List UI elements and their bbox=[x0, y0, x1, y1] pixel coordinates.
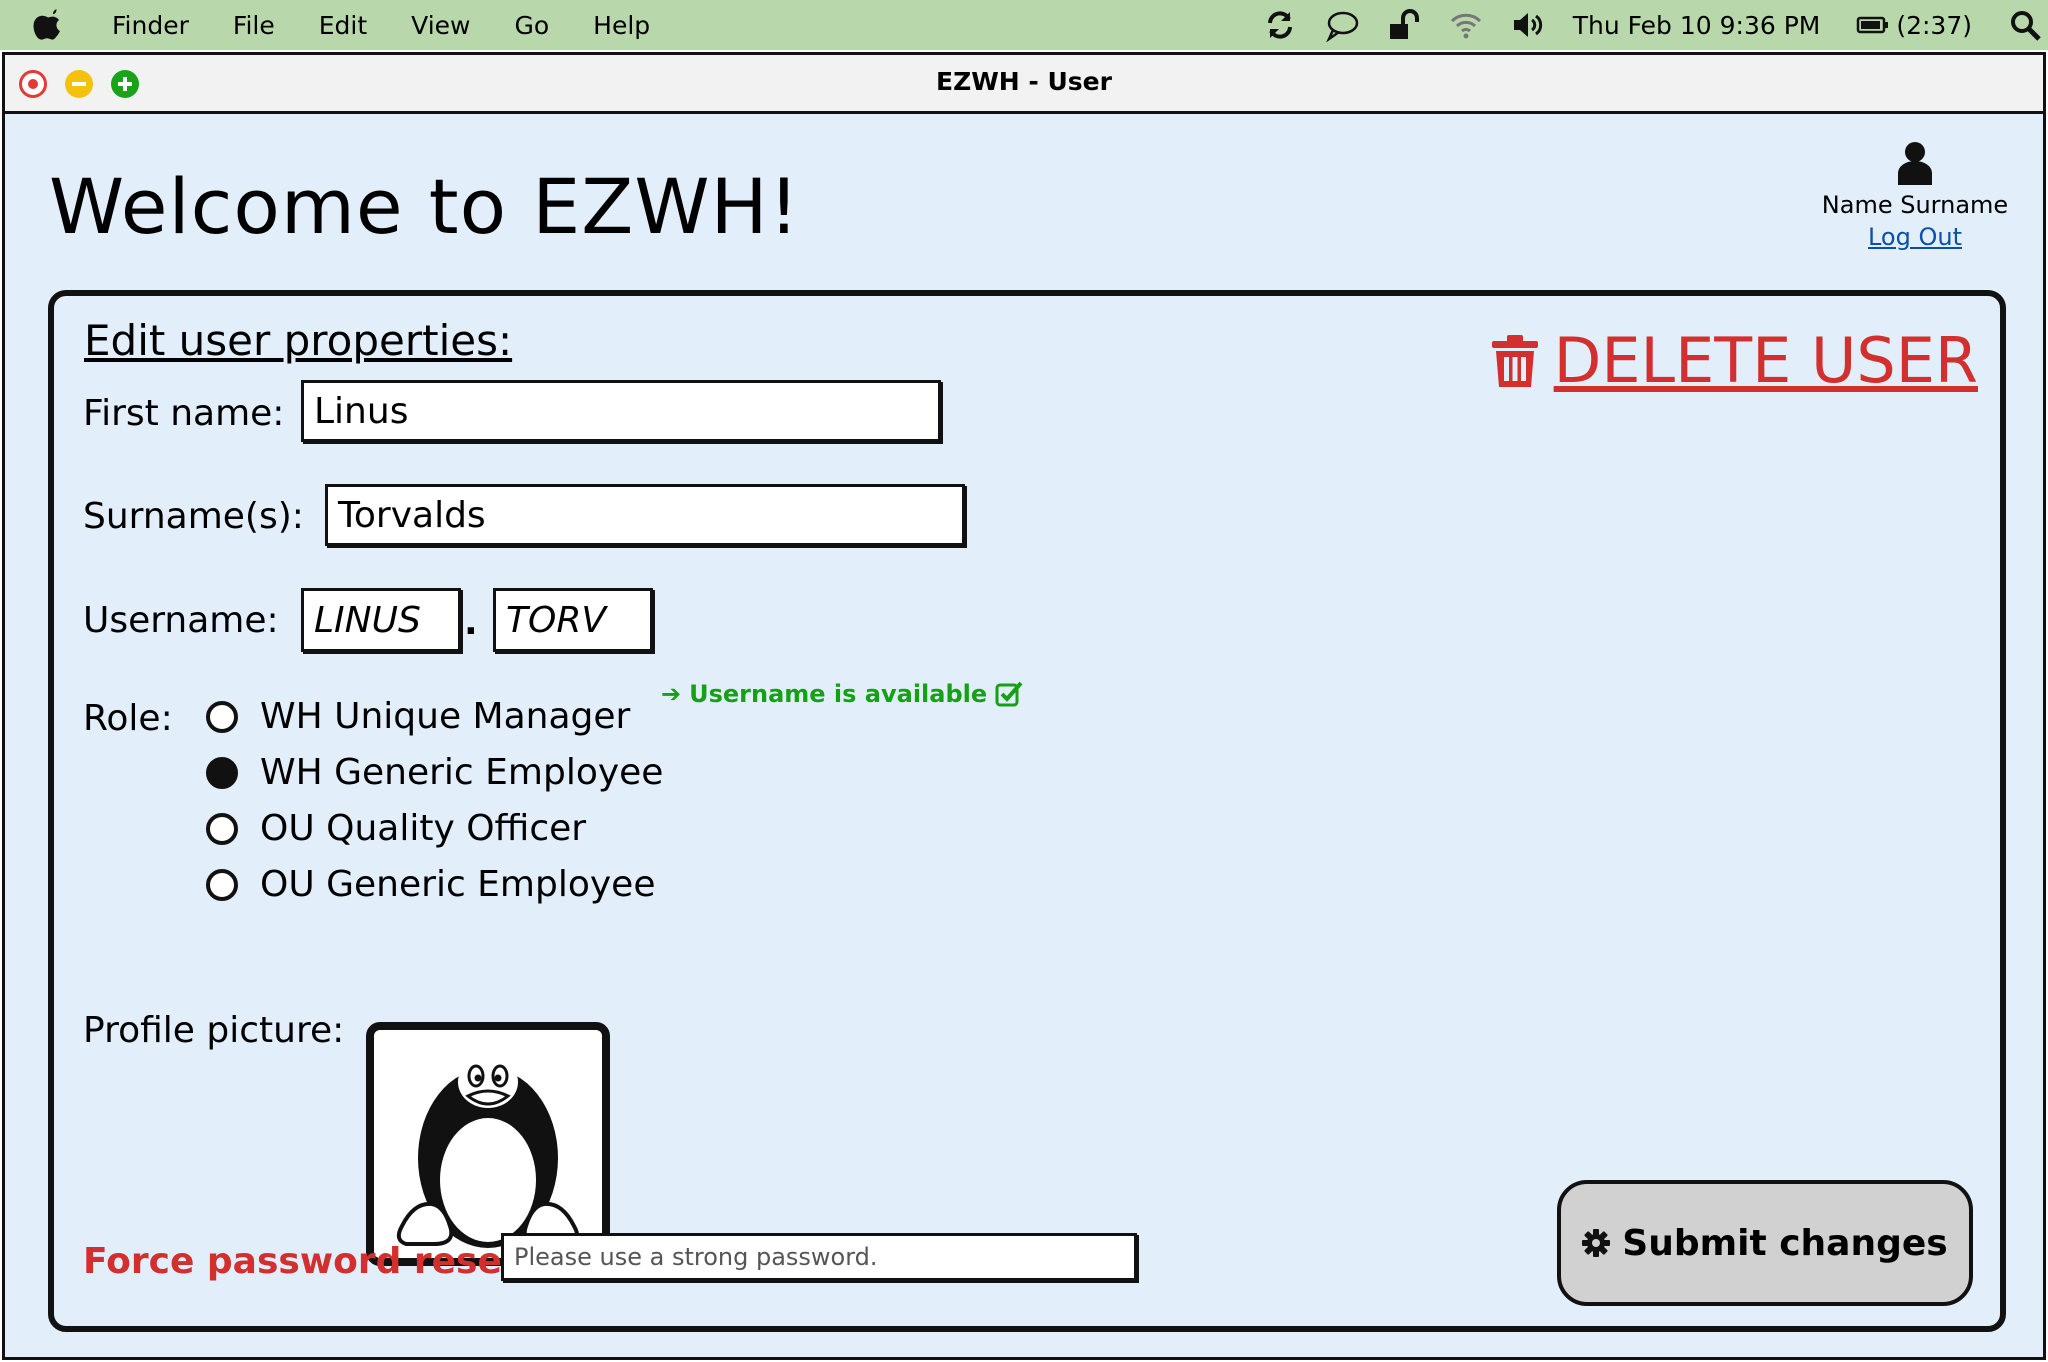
delete-user-button[interactable]: DELETE USER bbox=[1490, 324, 1978, 397]
battery-time: (2:37) bbox=[1896, 10, 1972, 40]
panel-title: Edit user properties: bbox=[84, 316, 513, 365]
submit-changes-button[interactable]: Submit changes bbox=[1557, 1180, 1973, 1306]
menu-file[interactable]: File bbox=[233, 11, 275, 40]
trash-icon bbox=[1491, 334, 1538, 387]
role-option[interactable]: WH Generic Employee bbox=[206, 752, 663, 793]
username-label: Username: bbox=[83, 600, 279, 641]
volume-icon[interactable] bbox=[1511, 8, 1545, 42]
submit-changes-label: Submit changes bbox=[1622, 1222, 1948, 1264]
check-square-icon bbox=[995, 681, 1023, 707]
search-icon[interactable] bbox=[2008, 8, 2042, 42]
app-window: EZWH - User Welcome to EZWH! Name Surnam… bbox=[2, 52, 2046, 1360]
menu-view[interactable]: View bbox=[411, 11, 470, 40]
lock-icon[interactable] bbox=[1387, 8, 1421, 42]
role-option[interactable]: OU Generic Employee bbox=[206, 864, 655, 905]
penguin-icon bbox=[396, 1056, 580, 1248]
force-password-reset-label: Force password reset: bbox=[83, 1241, 534, 1282]
role-option-label: OU Generic Employee bbox=[260, 864, 656, 905]
role-option[interactable]: OU Quality Officer bbox=[206, 808, 586, 849]
menu-help[interactable]: Help bbox=[593, 11, 650, 40]
first-name-label: First name: bbox=[83, 393, 285, 434]
page-title: Welcome to EZWH! bbox=[49, 162, 801, 251]
user-name: Name Surname bbox=[1821, 191, 2009, 219]
clock[interactable]: Thu Feb 10 9:36 PM bbox=[1573, 11, 1821, 40]
role-label: Role: bbox=[83, 698, 173, 739]
radio-button-selected[interactable] bbox=[206, 756, 238, 789]
username-availability: ➔ Username is available bbox=[661, 680, 1023, 708]
role-option-label: OU Quality Officer bbox=[260, 808, 587, 849]
menu-finder[interactable]: Finder bbox=[112, 11, 189, 40]
sync-icon[interactable] bbox=[1263, 8, 1297, 42]
radio-button[interactable] bbox=[206, 868, 238, 901]
edit-user-panel: Edit user properties: DELETE USER First … bbox=[48, 290, 2006, 1332]
username-first-input[interactable]: LINUS bbox=[301, 588, 461, 652]
wifi-icon[interactable] bbox=[1449, 8, 1483, 42]
arrow-right-icon: ➔ bbox=[661, 680, 682, 708]
profile-picture-label: Profile picture: bbox=[83, 1010, 345, 1051]
role-option-label: WH Unique Manager bbox=[260, 696, 631, 737]
username-second-input[interactable]: TORV bbox=[493, 588, 653, 652]
chat-icon[interactable] bbox=[1325, 8, 1359, 42]
role-option[interactable]: WH Unique Manager bbox=[206, 696, 630, 737]
logout-link[interactable]: Log Out bbox=[1868, 223, 1962, 251]
delete-user-label: DELETE USER bbox=[1553, 324, 1978, 397]
user-avatar-icon[interactable] bbox=[1895, 141, 1935, 187]
radio-button[interactable] bbox=[206, 700, 238, 733]
menu-bar: Finder File Edit View Go Help Thu Feb 10… bbox=[0, 0, 2048, 50]
surname-input[interactable]: Torvalds bbox=[325, 484, 965, 546]
radio-button[interactable] bbox=[206, 812, 238, 845]
menu-go[interactable]: Go bbox=[514, 11, 549, 40]
first-name-input[interactable]: Linus bbox=[301, 380, 941, 442]
profile-picture[interactable] bbox=[366, 1022, 610, 1266]
apple-icon[interactable] bbox=[32, 9, 62, 41]
user-menu: Name Surname Log Out bbox=[1815, 141, 2015, 251]
gear-icon bbox=[1582, 1229, 1611, 1257]
username-separator: . bbox=[464, 602, 478, 643]
role-option-label: WH Generic Employee bbox=[260, 752, 664, 793]
title-bar: EZWH - User bbox=[5, 55, 2043, 114]
username-status-text: Username is available bbox=[689, 680, 988, 708]
battery-icon[interactable] bbox=[1856, 8, 1890, 42]
password-input[interactable]: Please use a strong password. bbox=[501, 1233, 1137, 1281]
menu-edit[interactable]: Edit bbox=[319, 11, 367, 40]
surname-label: Surname(s): bbox=[83, 496, 304, 537]
window-title: EZWH - User bbox=[936, 67, 1112, 96]
